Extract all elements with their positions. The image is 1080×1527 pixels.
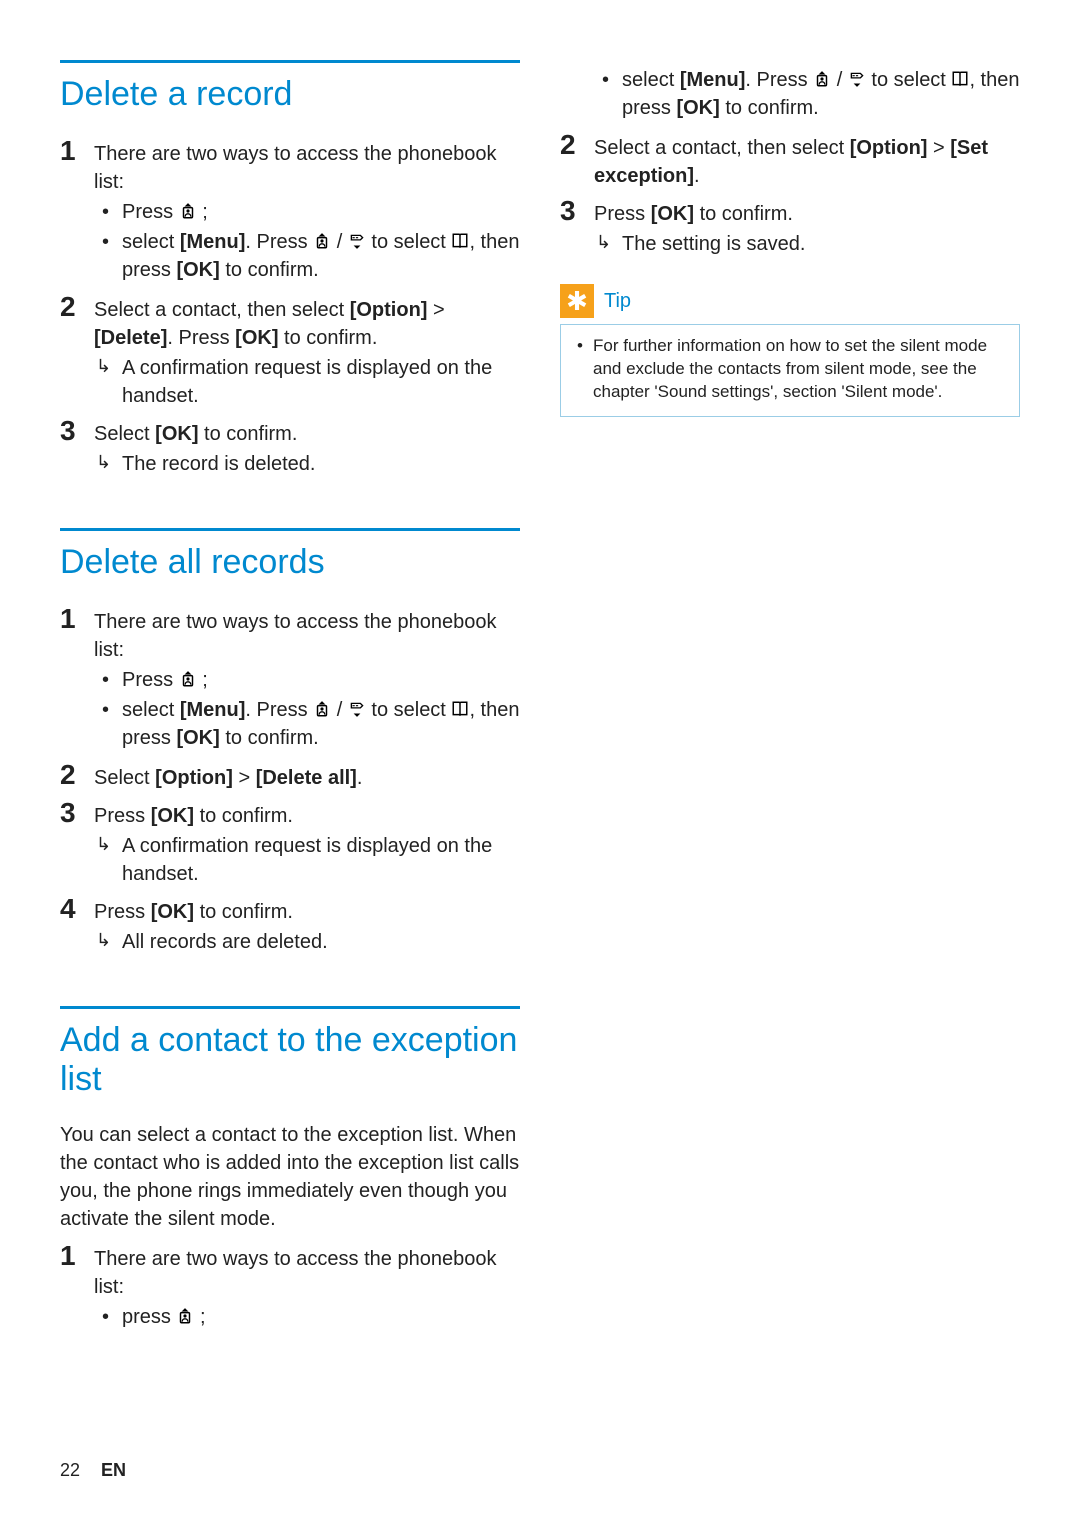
- steps-exception-cont: select [Menu]. Press / to select , then …: [560, 60, 1020, 258]
- step-3: 3 Press [OK] to confirm. The setting is …: [560, 196, 1020, 258]
- up-contact-icon: [176, 1307, 194, 1325]
- up-contact-icon: [179, 670, 197, 688]
- tip-header: ✱ Tip: [560, 284, 1020, 318]
- result-text: The record is deleted.: [94, 450, 520, 478]
- step-body: Select [Option] > [Delete all].: [94, 760, 520, 792]
- heading-delete-all: Delete all records: [60, 543, 520, 582]
- step-number: 2: [60, 292, 94, 321]
- phonebook-icon: [451, 700, 469, 718]
- section-rule: [60, 60, 520, 63]
- section-rule: [60, 1006, 520, 1009]
- step-3: 3 Press [OK] to confirm. A confirmation …: [60, 798, 520, 888]
- step-3: 3 Select [OK] to confirm. The record is …: [60, 416, 520, 478]
- phonebook-icon: [951, 70, 969, 88]
- step-body: Press [OK] to confirm. All records are d…: [94, 894, 520, 956]
- bullet-item: Press ;: [94, 666, 520, 694]
- step-number: 2: [560, 130, 594, 159]
- heading-exception: Add a contact to the exception list: [60, 1021, 520, 1099]
- step-1-cont: select [Menu]. Press / to select , then …: [560, 60, 1020, 124]
- down-redial-icon: [348, 700, 366, 718]
- result-text: The setting is saved.: [594, 230, 1020, 258]
- up-contact-icon: [813, 70, 831, 88]
- bullet-list: select [Menu]. Press / to select , then …: [594, 66, 1020, 122]
- step-1: 1 There are two ways to access the phone…: [60, 136, 520, 286]
- result-text: A confirmation request is displayed on t…: [94, 832, 520, 888]
- tip-text: For further information on how to set th…: [575, 335, 1005, 404]
- bullet-list: press ;: [94, 1303, 520, 1331]
- step-body: Select [OK] to confirm. The record is de…: [94, 416, 520, 478]
- step-body: select [Menu]. Press / to select , then …: [594, 60, 1020, 124]
- step-number: 2: [60, 760, 94, 789]
- step-body: Select a contact, then select [Option] >…: [94, 292, 520, 410]
- step-number: 1: [60, 1241, 94, 1270]
- right-column: select [Menu]. Press / to select , then …: [560, 60, 1020, 1339]
- bullet-item: Press ;: [94, 198, 520, 226]
- up-contact-icon: [313, 232, 331, 250]
- step-body: Press [OK] to confirm. The setting is sa…: [594, 196, 1020, 258]
- bullet-item: select [Menu]. Press / to select , then …: [594, 66, 1020, 122]
- section-rule: [60, 528, 520, 531]
- step-body: There are two ways to access the phonebo…: [94, 604, 520, 754]
- step-2: 2 Select [Option] > [Delete all].: [60, 760, 520, 792]
- up-contact-icon: [179, 202, 197, 220]
- heading-delete-record: Delete a record: [60, 75, 520, 114]
- step-2: 2 Select a contact, then select [Option]…: [60, 292, 520, 410]
- step-1: 1 There are two ways to access the phone…: [60, 1241, 520, 1333]
- page-content: Delete a record 1 There are two ways to …: [60, 60, 1020, 1339]
- tip-star-icon: ✱: [560, 284, 594, 318]
- step-number: 1: [60, 604, 94, 633]
- phonebook-icon: [451, 232, 469, 250]
- down-redial-icon: [848, 70, 866, 88]
- step-intro: There are two ways to access the phonebo…: [94, 143, 496, 193]
- tip-label: Tip: [604, 290, 631, 313]
- step-body: Press [OK] to confirm. A confirmation re…: [94, 798, 520, 888]
- steps-exception: 1 There are two ways to access the phone…: [60, 1241, 520, 1333]
- step-number: 3: [60, 416, 94, 445]
- step-4: 4 Press [OK] to confirm. All records are…: [60, 894, 520, 956]
- steps-delete-all: 1 There are two ways to access the phone…: [60, 604, 520, 956]
- left-column: Delete a record 1 There are two ways to …: [60, 60, 520, 1339]
- result-text: All records are deleted.: [94, 928, 520, 956]
- step-body: There are two ways to access the phonebo…: [94, 1241, 520, 1333]
- page-lang: EN: [101, 1460, 126, 1480]
- down-redial-icon: [348, 232, 366, 250]
- step-number: 3: [560, 196, 594, 225]
- step-body: There are two ways to access the phonebo…: [94, 136, 520, 286]
- step-number: 3: [60, 798, 94, 827]
- step-1: 1 There are two ways to access the phone…: [60, 604, 520, 754]
- up-contact-icon: [313, 700, 331, 718]
- result-text: A confirmation request is displayed on t…: [94, 354, 520, 410]
- step-2: 2 Select a contact, then select [Option]…: [560, 130, 1020, 190]
- step-body: Select a contact, then select [Option] >…: [594, 130, 1020, 190]
- bullet-item: press ;: [94, 1303, 520, 1331]
- bullet-list: Press ; select [Menu]. Press / to select…: [94, 666, 520, 752]
- page-footer: 22 EN: [60, 1460, 126, 1481]
- bullet-list: Press ; select [Menu]. Press / to select…: [94, 198, 520, 284]
- step-number: 1: [60, 136, 94, 165]
- page-number: 22: [60, 1460, 80, 1480]
- bullet-item: select [Menu]. Press / to select , then …: [94, 228, 520, 284]
- steps-delete-record: 1 There are two ways to access the phone…: [60, 136, 520, 478]
- step-number: 4: [60, 894, 94, 923]
- section-intro: You can select a contact to the exceptio…: [60, 1121, 520, 1233]
- bullet-item: select [Menu]. Press / to select , then …: [94, 696, 520, 752]
- tip-box: For further information on how to set th…: [560, 324, 1020, 417]
- tip-block: ✱ Tip For further information on how to …: [560, 284, 1020, 417]
